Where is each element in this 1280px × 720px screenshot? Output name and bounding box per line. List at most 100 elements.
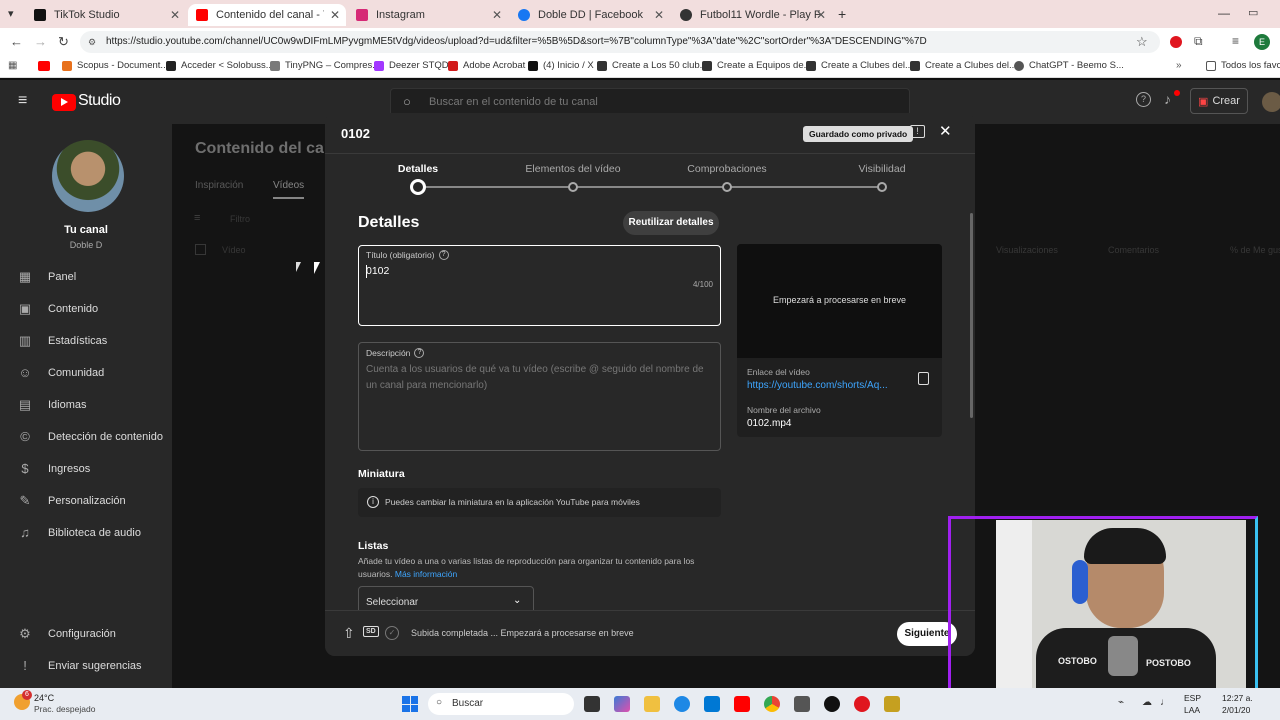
- profile-avatar[interactable]: E: [1254, 34, 1270, 50]
- microphone-icon[interactable]: ♩: [1160, 697, 1170, 708]
- close-tab-icon[interactable]: ✕: [492, 8, 502, 22]
- close-icon[interactable]: ✕: [939, 122, 952, 140]
- title-input[interactable]: 0102: [366, 265, 389, 277]
- app-icon[interactable]: [884, 696, 900, 712]
- tab-search-icon[interactable]: ▾: [8, 7, 14, 20]
- bookmark-item[interactable]: TinyPNG – Compres...: [270, 60, 380, 71]
- bookmark-item[interactable]: (4) Inicio / X: [528, 60, 594, 71]
- create-button[interactable]: ▣ Crear: [1190, 88, 1248, 114]
- bookmark-item[interactable]: Deezer STQD: [374, 60, 449, 71]
- bookmark-item[interactable]: Scopus - Document...: [62, 60, 168, 71]
- step-checks-dot[interactable]: [722, 182, 732, 192]
- help-icon[interactable]: ?: [438, 250, 449, 260]
- sidebar-item-sugerencias[interactable]: ! Enviar sugerencias: [18, 659, 141, 673]
- tab-tiktok[interactable]: TikTok Studio ✕: [26, 4, 186, 26]
- step-visibility-label[interactable]: Visibilidad: [835, 163, 929, 175]
- language-indicator[interactable]: ESP: [1184, 693, 1201, 703]
- windows-start-icon[interactable]: [402, 696, 418, 712]
- more-info-link[interactable]: Más información: [395, 569, 457, 579]
- tab-instagram[interactable]: Instagram ✕: [348, 4, 508, 26]
- title-field[interactable]: Título (obligatorio) ? 0102 4/100: [358, 245, 721, 326]
- sidebar-item-configuracion[interactable]: ⚙ Configuración: [18, 627, 116, 641]
- tab-futbol11[interactable]: Futbol11 Wordle - Play Football ✕: [672, 4, 832, 26]
- sidebar-item-idiomas[interactable]: ▤ Idiomas: [18, 398, 87, 412]
- url-input[interactable]: https://studio.youtube.com/channel/UC0w9…: [80, 31, 1160, 53]
- step-video-elements-label[interactable]: Elementos del vídeo: [509, 163, 637, 175]
- edge-icon[interactable]: [674, 696, 690, 712]
- hamburger-menu-icon[interactable]: ≡: [18, 92, 27, 110]
- xbox-icon[interactable]: [794, 696, 810, 712]
- help-icon[interactable]: ?: [1136, 92, 1151, 107]
- sidebar-item-deteccion[interactable]: © Detección de contenido: [18, 430, 163, 444]
- menu-list-icon[interactable]: ≡: [1232, 34, 1239, 48]
- tab-youtube-studio[interactable]: Contenido del canal - YouTube ✕: [188, 4, 346, 26]
- chrome-icon[interactable]: [764, 696, 780, 712]
- maximize-icon[interactable]: ▭: [1248, 6, 1258, 19]
- step-visibility-dot[interactable]: [877, 182, 887, 192]
- opera-app-icon[interactable]: [854, 696, 870, 712]
- store-icon[interactable]: [704, 696, 720, 712]
- keyboard-layout[interactable]: LAA: [1184, 705, 1200, 715]
- more-bookmarks-icon[interactable]: »: [1176, 60, 1182, 71]
- sidebar-item-panel[interactable]: ▦ Panel: [18, 270, 76, 284]
- sidebar-item-ingresos[interactable]: $ Ingresos: [18, 462, 90, 476]
- bookmark-item[interactable]: Acceder < Solobuss...: [166, 60, 274, 71]
- new-tab-icon[interactable]: +: [838, 6, 846, 22]
- bookmark-item[interactable]: Create a Clubes del...: [910, 60, 1017, 71]
- account-avatar[interactable]: [1262, 92, 1280, 112]
- video-link[interactable]: https://youtube.com/shorts/Aq...: [747, 380, 888, 391]
- bookmark-page-icon: [702, 60, 712, 71]
- forward-icon[interactable]: →: [34, 34, 47, 49]
- bookmark-item[interactable]: Adobe Acrobat: [448, 60, 525, 71]
- bookmark-item[interactable]: Create a Los 50 club...: [597, 60, 708, 71]
- task-view-icon[interactable]: [584, 696, 600, 712]
- site-info-icon[interactable]: ⚙: [88, 37, 96, 48]
- close-tab-icon[interactable]: ✕: [816, 8, 826, 22]
- bookmark-item[interactable]: Create a Equipos de...: [702, 60, 812, 71]
- cloud-icon[interactable]: ☁: [1142, 697, 1152, 708]
- help-icon[interactable]: ?: [414, 348, 425, 358]
- channel-avatar[interactable]: [52, 140, 124, 212]
- description-label: Descripción: [366, 348, 411, 358]
- bookmark-item[interactable]: ChatGPT - Beemo S...: [1014, 60, 1124, 71]
- close-tab-icon[interactable]: ✕: [170, 8, 180, 22]
- description-field[interactable]: Descripción ? Cuenta a los usuarios de q…: [358, 342, 721, 451]
- file-explorer-icon[interactable]: [644, 696, 660, 712]
- youtube-app-icon[interactable]: [734, 696, 750, 712]
- sidebar-item-biblioteca[interactable]: ♫ Biblioteca de audio: [18, 526, 141, 540]
- bookmark-star-icon[interactable]: ☆: [1136, 34, 1148, 50]
- close-tab-icon[interactable]: ✕: [654, 8, 664, 22]
- opera-icon[interactable]: [1170, 36, 1182, 48]
- taskbar-search[interactable]: ○ Buscar: [428, 693, 574, 715]
- reload-icon[interactable]: ↻: [58, 34, 69, 50]
- clock-time[interactable]: 12:27 a.: [1222, 693, 1253, 703]
- step-details-dot[interactable]: [410, 179, 426, 195]
- copilot-icon[interactable]: [614, 696, 630, 712]
- step-checks-label[interactable]: Comprobaciones: [671, 163, 783, 175]
- youtube-bookmark-icon[interactable]: [38, 61, 50, 71]
- apps-icon[interactable]: ▦: [8, 60, 17, 71]
- tab-facebook[interactable]: Doble DD | Facebook ✕: [510, 4, 670, 26]
- back-icon[interactable]: ←: [10, 34, 23, 49]
- sidebar-item-contenido[interactable]: ▣ Contenido: [18, 302, 172, 316]
- sidebar-item-comunidad[interactable]: ☺ Comunidad: [18, 366, 104, 380]
- all-bookmarks[interactable]: Todos los favoritos: [1206, 60, 1280, 71]
- reuse-details-button[interactable]: Reutilizar detalles: [623, 211, 719, 235]
- notifications-icon[interactable]: ♪: [1164, 91, 1171, 107]
- step-details-label[interactable]: Detalles: [368, 163, 468, 175]
- sidebar-item-estadisticas[interactable]: ▥ Estadísticas: [18, 334, 107, 348]
- copy-icon[interactable]: [918, 372, 929, 385]
- network-icon[interactable]: ⌁: [1118, 697, 1124, 708]
- youtube-logo-icon[interactable]: [52, 94, 76, 111]
- report-issue-icon[interactable]: !: [910, 125, 925, 138]
- step-video-elements-dot[interactable]: [568, 182, 578, 192]
- bookmark-item[interactable]: Create a Clubes del...: [806, 60, 913, 71]
- close-tab-icon[interactable]: ✕: [330, 8, 340, 22]
- clock-date[interactable]: 2/01/20: [1222, 705, 1250, 715]
- obs-icon[interactable]: [824, 696, 840, 712]
- scrollbar-thumb[interactable]: [970, 213, 973, 418]
- minimize-icon[interactable]: —: [1218, 6, 1230, 20]
- channel-search-input[interactable]: ○ Buscar en el contenido de tu canal: [390, 88, 910, 116]
- extensions-icon[interactable]: ⧉: [1194, 34, 1203, 49]
- sidebar-item-personalizacion[interactable]: ✎ Personalización: [18, 494, 126, 508]
